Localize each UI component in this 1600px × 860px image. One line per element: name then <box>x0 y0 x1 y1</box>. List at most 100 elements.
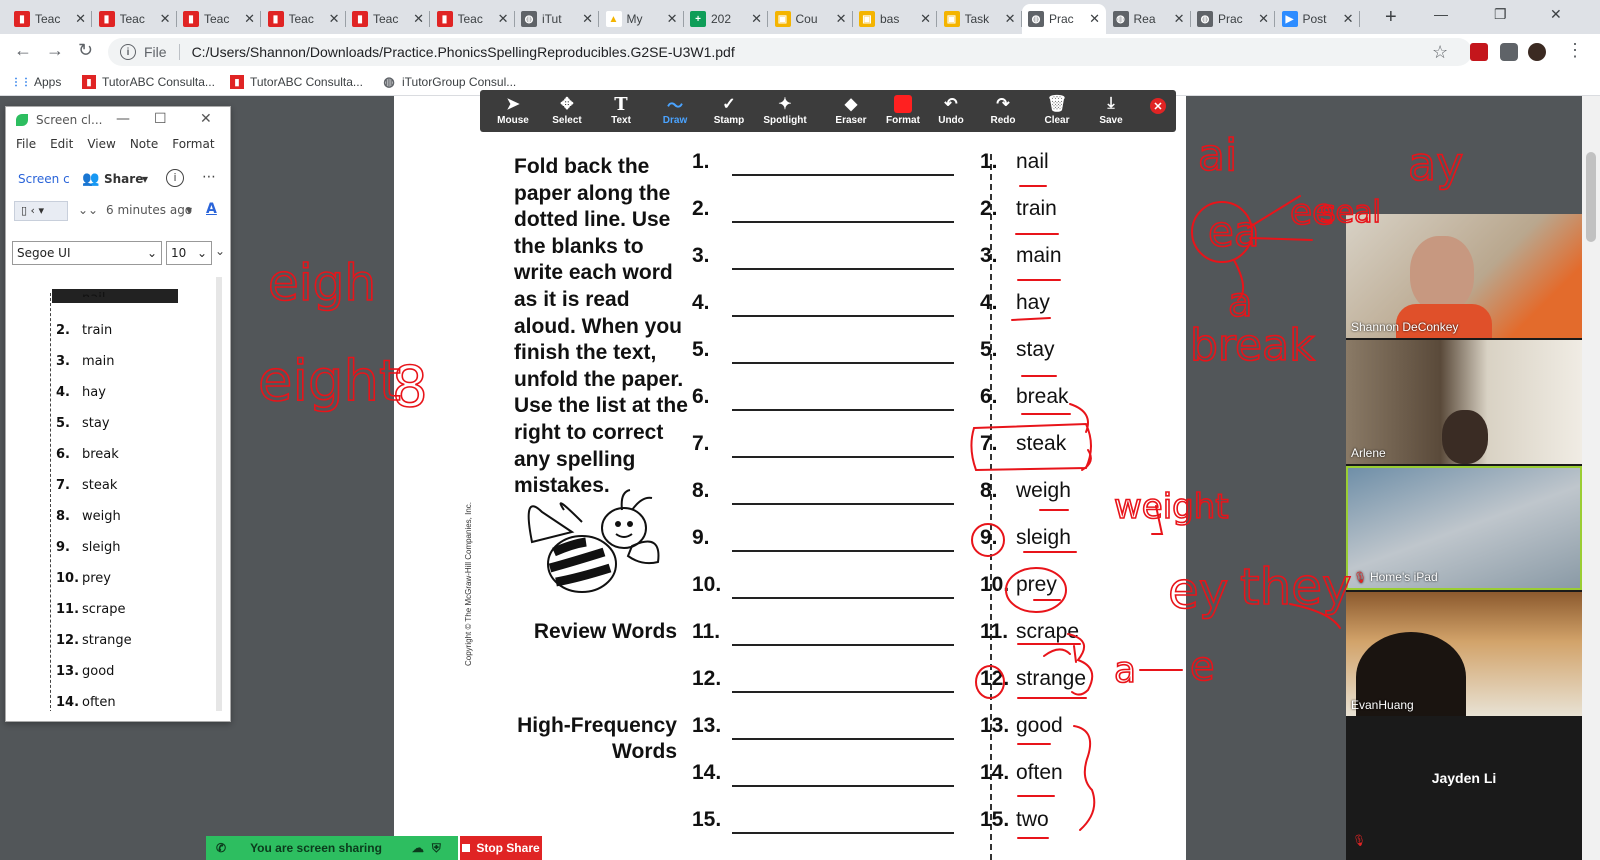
screen-tab-label[interactable]: Screen c <box>18 172 70 186</box>
blank-number: 7. <box>692 432 710 455</box>
ublock-extension-icon[interactable] <box>1470 43 1488 61</box>
clip-minimize-icon[interactable]: — <box>116 111 130 127</box>
clip-maximize-icon[interactable]: ☐ <box>154 111 167 127</box>
browser-tab[interactable]: ▮ Teac ✕ <box>8 4 92 34</box>
tab-title: bas <box>880 12 900 26</box>
maximize-icon[interactable]: ❐ <box>1494 6 1507 23</box>
browser-tab[interactable]: ▮ Teac ✕ <box>346 4 430 34</box>
font-size-select[interactable]: 10 ⌄ <box>166 241 212 265</box>
share-people-icon[interactable]: 👥 <box>82 171 99 187</box>
browser-tab[interactable]: ▮ Teac ✕ <box>431 4 515 34</box>
menu-note[interactable]: Note <box>130 137 158 157</box>
more-format-icon[interactable]: ⌄ <box>215 244 225 258</box>
browser-tab[interactable]: ◍ Prac ✕ <box>1022 4 1106 34</box>
browser-tab[interactable]: ▮ Teac ✕ <box>177 4 261 34</box>
bookmark-star-icon[interactable]: ☆ <box>1432 42 1448 63</box>
tab-close-icon[interactable]: ✕ <box>75 11 86 27</box>
annotation-tool-select[interactable]: ✥ Select <box>538 93 596 126</box>
tab-close-icon[interactable]: ✕ <box>1343 11 1354 27</box>
address-bar[interactable]: i File C:/Users/Shannon/Downloads/Practi… <box>108 38 1472 66</box>
bookmark-item[interactable]: ▮ TutorABC Consulta... <box>82 75 215 89</box>
stop-share-button[interactable]: Stop Share <box>460 836 542 860</box>
word-number: 6. <box>980 385 998 408</box>
bookmark-item[interactable]: ◍ iTutorGroup Consul... <box>382 74 516 89</box>
browser-tab[interactable]: ◍ iTut ✕ <box>515 4 599 34</box>
page-scrollbar[interactable] <box>1582 96 1600 860</box>
more-options-icon[interactable]: ⋯ <box>202 169 216 185</box>
annotation-tool-text[interactable]: T Text <box>592 93 650 127</box>
tab-close-icon[interactable]: ✕ <box>1005 11 1016 27</box>
participant-video-homes-ipad[interactable]: 🎙 Home's iPad <box>1346 466 1582 590</box>
expand-chevrons-icon[interactable]: ⌄⌄ <box>78 203 98 217</box>
browser-tab[interactable]: ▶ Post ✕ <box>1276 4 1360 34</box>
screen-sharing-banner[interactable]: ✆ You are screen sharing ☁ ⛨ <box>206 836 458 860</box>
close-annotation-icon[interactable]: ✕ <box>1150 98 1166 114</box>
tab-close-icon[interactable]: ✕ <box>1174 11 1185 27</box>
clipping-scrollbar[interactable] <box>216 277 222 711</box>
annotation-tool-mouse[interactable]: ➤ Mouse <box>484 93 542 126</box>
extensions-puzzle-icon[interactable] <box>1500 43 1518 61</box>
menu-edit[interactable]: Edit <box>50 137 73 157</box>
browser-menu-icon[interactable]: ⋮ <box>1566 40 1584 61</box>
tab-close-icon[interactable]: ✕ <box>1258 11 1269 27</box>
annotation-tool-eraser[interactable]: ◆ Eraser <box>822 93 880 126</box>
menu-format[interactable]: Format <box>172 137 214 157</box>
tab-close-icon[interactable]: ✕ <box>413 11 424 27</box>
note-view-dropdown[interactable]: ▯ ‹ ▾ <box>14 201 68 221</box>
browser-tab[interactable]: ▲ My ✕ <box>600 4 684 34</box>
browser-tab-strip: ▮ Teac ✕ ▮ Teac ✕ ▮ Teac ✕ ▮ Teac ✕ ▮ Teac ✕ ▮ Teac ✕ ◍ iTu… <box>0 0 1600 34</box>
profile-avatar[interactable] <box>1528 43 1546 61</box>
new-tab-button[interactable]: + <box>1385 6 1397 29</box>
clip-word-number: 7. <box>56 478 70 493</box>
info-circle-icon[interactable]: i <box>166 169 184 187</box>
tab-close-icon[interactable]: ✕ <box>667 11 678 27</box>
clip-word-number: 6. <box>56 447 70 462</box>
browser-tab[interactable]: ◍ Rea ✕ <box>1107 4 1191 34</box>
tab-close-icon[interactable]: ✕ <box>1089 11 1100 27</box>
info-icon[interactable]: i <box>120 44 136 60</box>
timestamp-dropdown-icon[interactable]: ▾ <box>186 203 192 217</box>
browser-tab[interactable]: ▣ Task ✕ <box>938 4 1022 34</box>
font-family-select[interactable]: Segoe UI ⌄ <box>12 241 162 265</box>
reload-icon[interactable]: ↻ <box>78 40 93 61</box>
back-icon[interactable]: ← <box>14 40 32 61</box>
browser-tab[interactable]: ◍ Prac ✕ <box>1191 4 1275 34</box>
clip-close-icon[interactable]: ✕ <box>200 111 212 127</box>
tab-close-icon[interactable]: ✕ <box>920 11 931 27</box>
scrollbar-thumb[interactable] <box>1586 152 1596 242</box>
participant-video-shannon[interactable]: Shannon DeConkey <box>1346 214 1582 338</box>
participant-video-evanhuang[interactable]: EvanHuang <box>1346 592 1582 716</box>
annotation-tool-spotlight[interactable]: ✦ Spotlight <box>756 93 814 126</box>
annotation-tool-redo[interactable]: ↷ Redo <box>974 93 1032 126</box>
browser-tab[interactable]: ▣ bas ✕ <box>853 4 937 34</box>
annotation-tool-draw[interactable]: 〜 Draw <box>646 93 704 126</box>
clipping-note-body[interactable]: nail 2.train3.main4.hay5.stay6.break7.st… <box>12 279 220 711</box>
tab-close-icon[interactable]: ✕ <box>498 11 509 27</box>
annotation-tool-stamp[interactable]: ✓ Stamp <box>700 93 758 126</box>
share-button[interactable]: Share <box>104 172 143 186</box>
text-color-icon[interactable]: A <box>206 201 217 217</box>
tab-close-icon[interactable]: ✕ <box>160 11 171 27</box>
annotation-tool-clear[interactable]: 🗑 Clear <box>1028 93 1086 126</box>
close-window-icon[interactable]: ✕ <box>1550 6 1562 23</box>
bookmark-item[interactable]: ⋮⋮ Apps <box>11 75 61 89</box>
browser-tab[interactable]: ▣ Cou ✕ <box>769 4 853 34</box>
menu-file[interactable]: File <box>16 137 36 157</box>
bookmark-item[interactable]: ▮ TutorABC Consulta... <box>230 75 363 89</box>
participant-video-arlene[interactable]: Arlene <box>1346 340 1582 464</box>
minimize-icon[interactable]: — <box>1434 6 1448 22</box>
browser-tab[interactable]: +202 ✕ <box>684 4 768 34</box>
annotation-tool-save[interactable]: ⤓ Save <box>1082 93 1140 126</box>
tab-close-icon[interactable]: ✕ <box>244 11 255 27</box>
tab-close-icon[interactable]: ✕ <box>582 11 593 27</box>
tab-close-icon[interactable]: ✕ <box>329 11 340 27</box>
menu-view[interactable]: View <box>87 137 115 157</box>
tab-close-icon[interactable]: ✕ <box>751 11 762 27</box>
forward-icon[interactable]: → <box>46 40 64 61</box>
tab-close-icon[interactable]: ✕ <box>836 11 847 27</box>
browser-tab[interactable]: ▮ Teac ✕ <box>93 4 177 34</box>
share-dropdown-icon[interactable]: ▾ <box>142 172 148 186</box>
participant-tile-jayden[interactable]: Jayden Li 🎙 <box>1346 718 1582 860</box>
annotation-tool-undo[interactable]: ↶ Undo <box>922 93 980 126</box>
browser-tab[interactable]: ▮ Teac ✕ <box>262 4 346 34</box>
